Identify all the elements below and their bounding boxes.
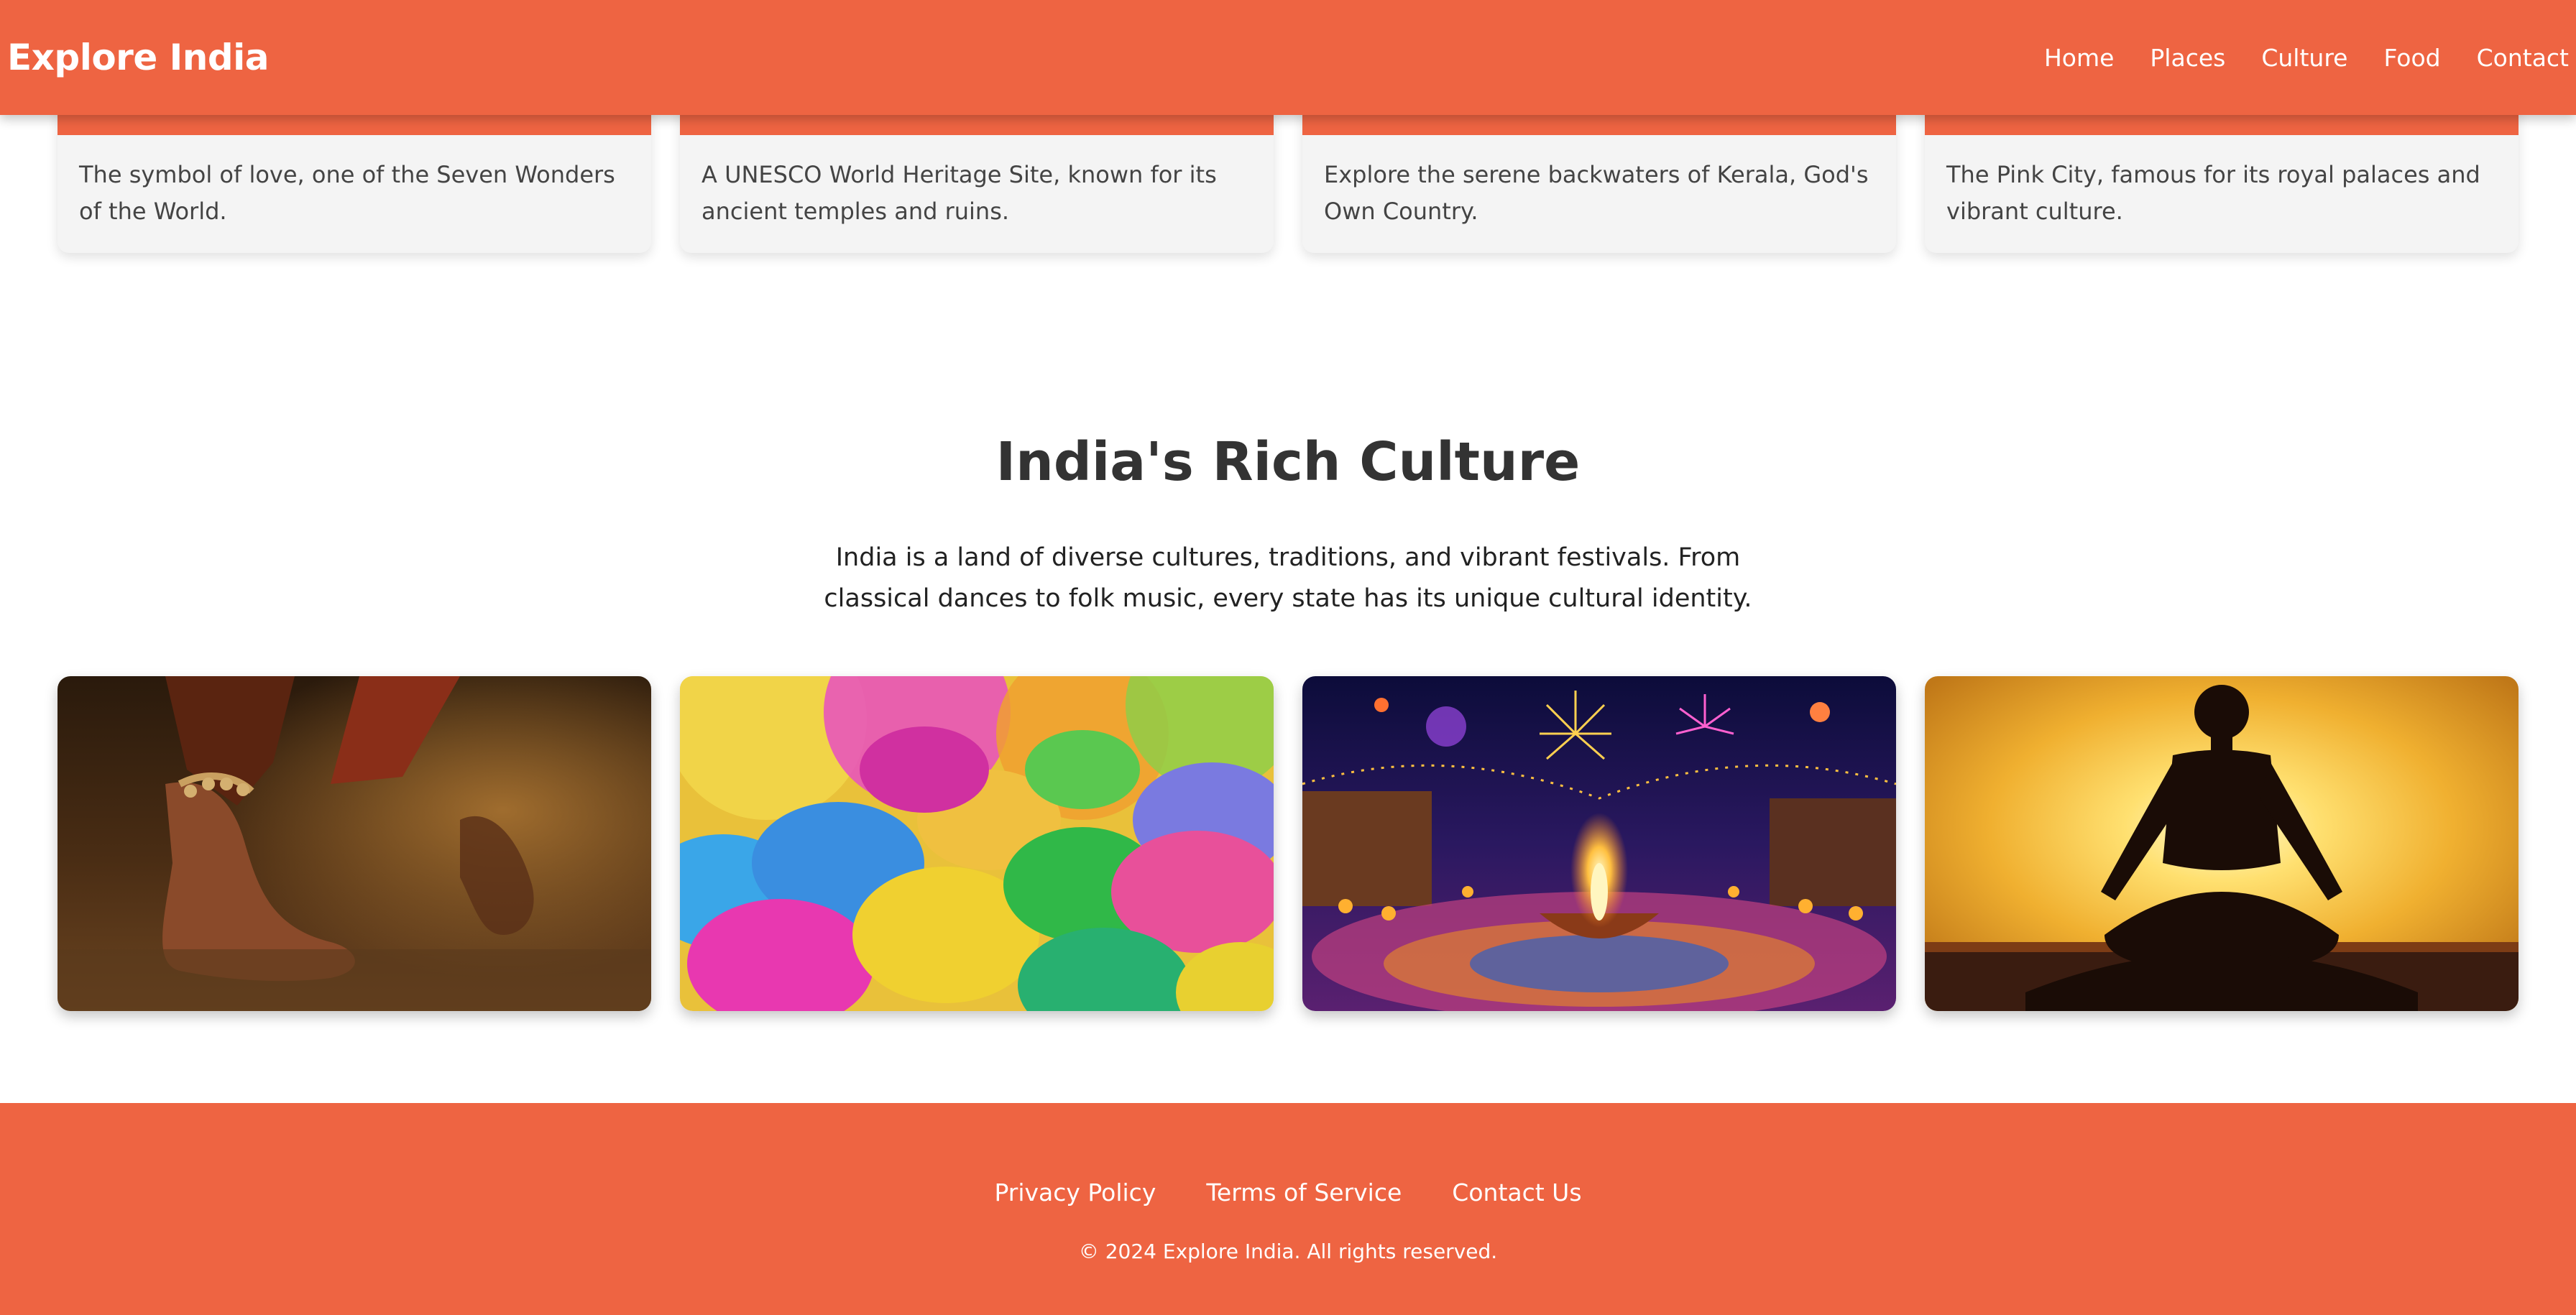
culture-title: India's Rich Culture	[995, 431, 1581, 493]
dance-photo	[58, 676, 651, 1011]
main-nav: Home Places Culture Food Contact	[2008, 0, 2569, 115]
site-logo[interactable]: Explore India	[7, 37, 270, 78]
place-description: The Pink City, famous for its royal pala…	[1946, 161, 2480, 225]
nav-contact[interactable]: Contact	[2477, 44, 2569, 72]
copyright-text: © 2024 Explore India. All rights reserve…	[1078, 1240, 1498, 1263]
nav-food[interactable]: Food	[2383, 44, 2440, 72]
footer-contact-link[interactable]: Contact Us	[1452, 1178, 1581, 1206]
place-description: A UNESCO World Heritage Site, known for …	[702, 161, 1217, 225]
yoga-silhouette-photo	[1925, 676, 2518, 1011]
nav-home[interactable]: Home	[2044, 44, 2114, 72]
footer-links: Privacy Policy Terms of Service Contact …	[0, 1178, 2576, 1206]
place-description: Explore the serene backwaters of Kerala,…	[1324, 161, 1869, 225]
diwali-festival-photo	[1302, 676, 1896, 1011]
nav-places[interactable]: Places	[2150, 44, 2225, 72]
footer-privacy-link[interactable]: Privacy Policy	[994, 1178, 1156, 1206]
site-footer: Privacy Policy Terms of Service Contact …	[0, 1103, 2576, 1315]
site-header: Explore India Home Places Culture Food C…	[0, 0, 2576, 115]
footer-terms-link[interactable]: Terms of Service	[1206, 1178, 1402, 1206]
nav-culture[interactable]: Culture	[2261, 44, 2347, 72]
place-description: The symbol of love, one of the Seven Won…	[79, 161, 615, 225]
holi-colors-photo	[680, 676, 1274, 1011]
culture-description: India is a land of diverse cultures, tra…	[824, 543, 1752, 613]
